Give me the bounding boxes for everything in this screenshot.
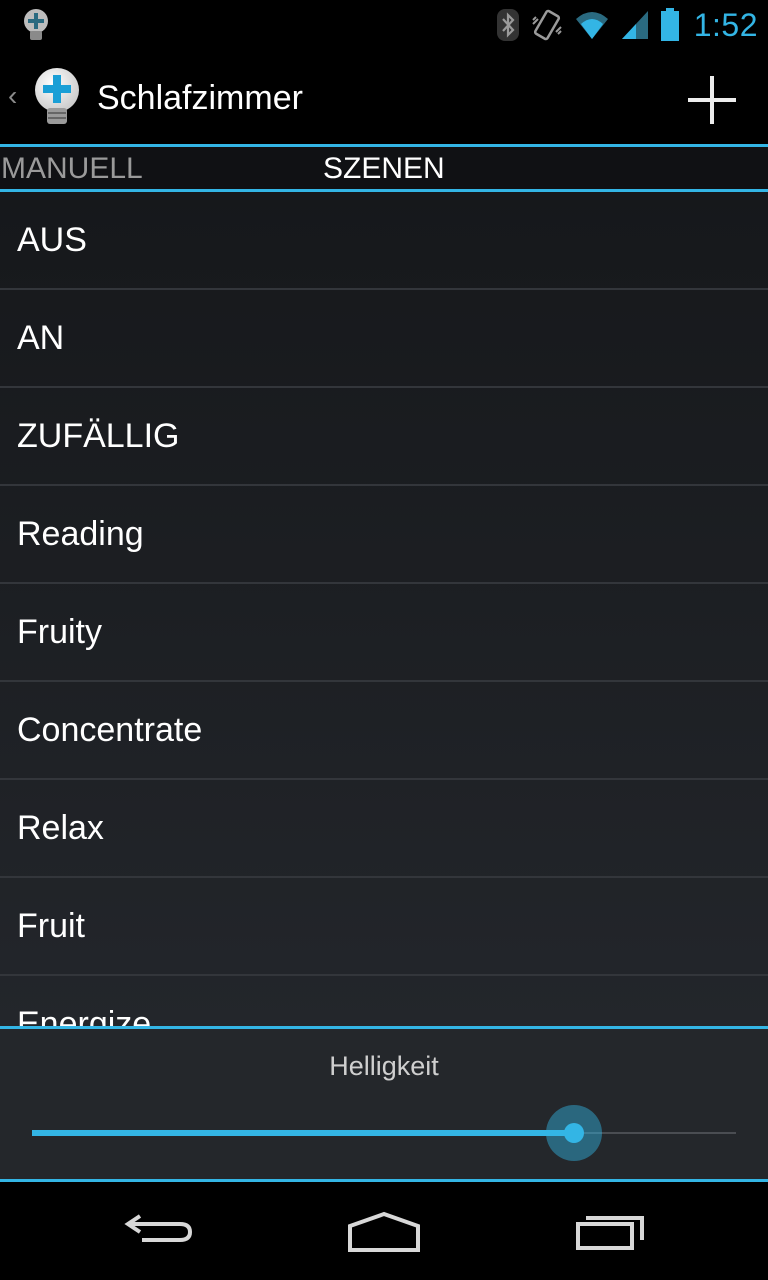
recents-icon[interactable] bbox=[574, 1210, 646, 1257]
signal-icon bbox=[620, 9, 650, 41]
list-item[interactable]: AN bbox=[0, 290, 768, 388]
brightness-panel: Helligkeit bbox=[0, 1026, 768, 1182]
list-item[interactable]: Reading bbox=[0, 486, 768, 584]
list-item[interactable]: AUS bbox=[0, 192, 768, 290]
list-item[interactable]: Relax bbox=[0, 780, 768, 878]
navigation-bar bbox=[0, 1182, 768, 1280]
list-item[interactable]: Concentrate bbox=[0, 682, 768, 780]
vibrate-icon bbox=[530, 8, 564, 42]
list-item[interactable]: Energize bbox=[0, 976, 768, 1027]
status-bar: 1:52 bbox=[0, 0, 768, 50]
status-clock: 1:52 bbox=[693, 6, 758, 43]
tab-manuell[interactable]: MANUELL bbox=[1, 152, 143, 186]
list-item[interactable]: Fruit bbox=[0, 878, 768, 976]
home-icon[interactable] bbox=[346, 1210, 422, 1257]
scene-list[interactable]: AUS AN ZUFÄLLIG Reading Fruity Concentra… bbox=[0, 192, 768, 1026]
brightness-label: Helligkeit bbox=[329, 1051, 439, 1081]
bluetooth-icon bbox=[496, 8, 520, 42]
list-item[interactable]: Fruity bbox=[0, 584, 768, 682]
page-title: Schlafzimmer bbox=[97, 79, 303, 117]
wifi-icon bbox=[574, 9, 610, 41]
slider-thumb[interactable] bbox=[564, 1123, 585, 1143]
brightness-slider[interactable] bbox=[32, 1105, 736, 1161]
up-chevron-icon[interactable]: ‹ bbox=[8, 82, 17, 110]
lightbulb-notification-icon bbox=[20, 6, 52, 49]
lightbulb-plus-icon[interactable] bbox=[30, 66, 84, 135]
battery-icon bbox=[660, 8, 680, 42]
slider-fill bbox=[32, 1130, 575, 1136]
back-icon[interactable] bbox=[122, 1210, 196, 1255]
list-item[interactable]: ZUFÄLLIG bbox=[0, 388, 768, 486]
tab-strip: MANUELL SZENEN bbox=[0, 144, 768, 192]
action-bar: ‹ Schlafzimmer bbox=[0, 50, 768, 144]
add-scene-button[interactable] bbox=[680, 68, 744, 132]
plus-icon bbox=[688, 76, 736, 124]
tab-szenen[interactable]: SZENEN bbox=[323, 152, 445, 186]
